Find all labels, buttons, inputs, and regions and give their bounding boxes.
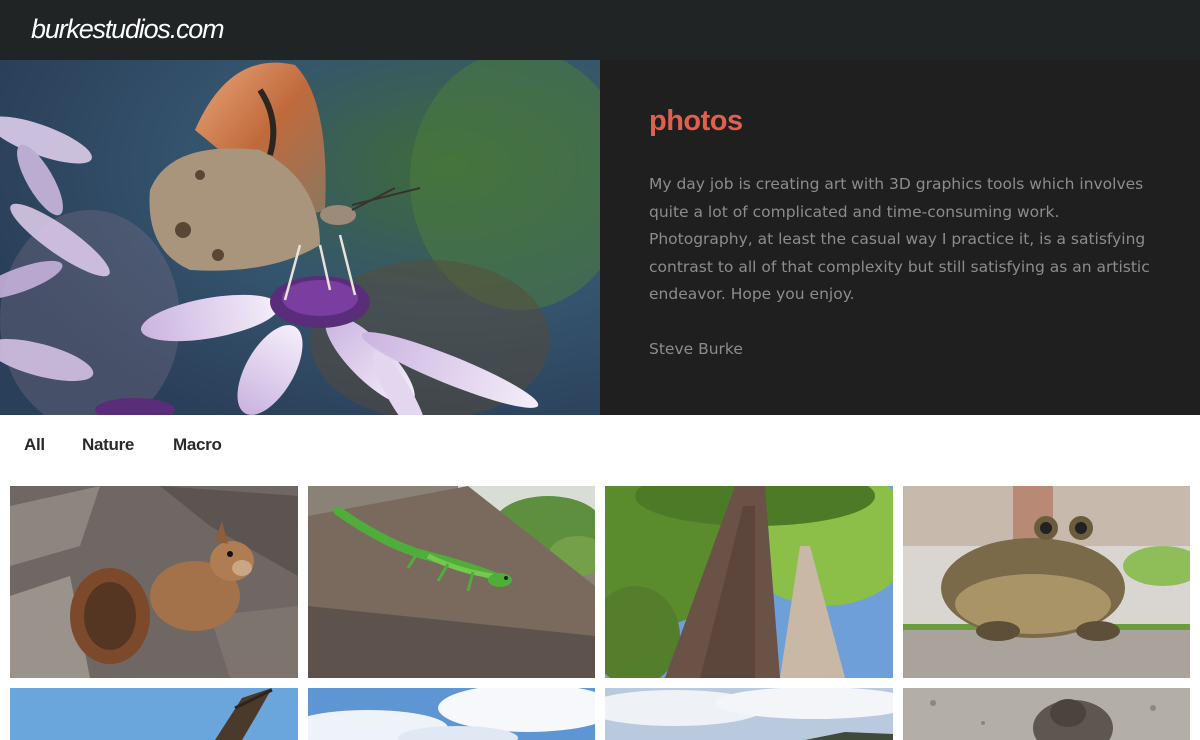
gallery-photo-squirrel[interactable] (10, 486, 298, 678)
site-header: burkestudios.com (0, 0, 1200, 60)
hero-butterfly-photo (0, 60, 600, 415)
hero-section: photos My day job is creating art with 3… (0, 60, 1200, 415)
gallery-photo-bird-stone[interactable] (903, 688, 1190, 740)
page-title: photos (649, 105, 743, 137)
gallery-photo-gecko[interactable] (308, 486, 595, 678)
gallery-photo-clouds-hills[interactable] (605, 688, 893, 740)
filter-all[interactable]: All (24, 435, 45, 455)
intro-paragraph: My day job is creating art with 3D graph… (649, 175, 1150, 303)
gallery-photo-frog[interactable] (903, 486, 1190, 678)
gallery-filter-bar: All Nature Macro (0, 415, 1200, 486)
author-signature: Steve Burke (649, 340, 743, 358)
filter-macro[interactable]: Macro (173, 435, 222, 455)
gallery-photo-sky[interactable] (308, 688, 595, 740)
site-title-link[interactable]: burkestudios.com (31, 14, 225, 45)
hero-intro-panel: photos My day job is creating art with 3… (600, 60, 1200, 415)
gallery-photo-bird-flight[interactable] (10, 688, 298, 740)
gallery-photo-trees[interactable] (605, 486, 893, 678)
filter-nature[interactable]: Nature (82, 435, 134, 455)
